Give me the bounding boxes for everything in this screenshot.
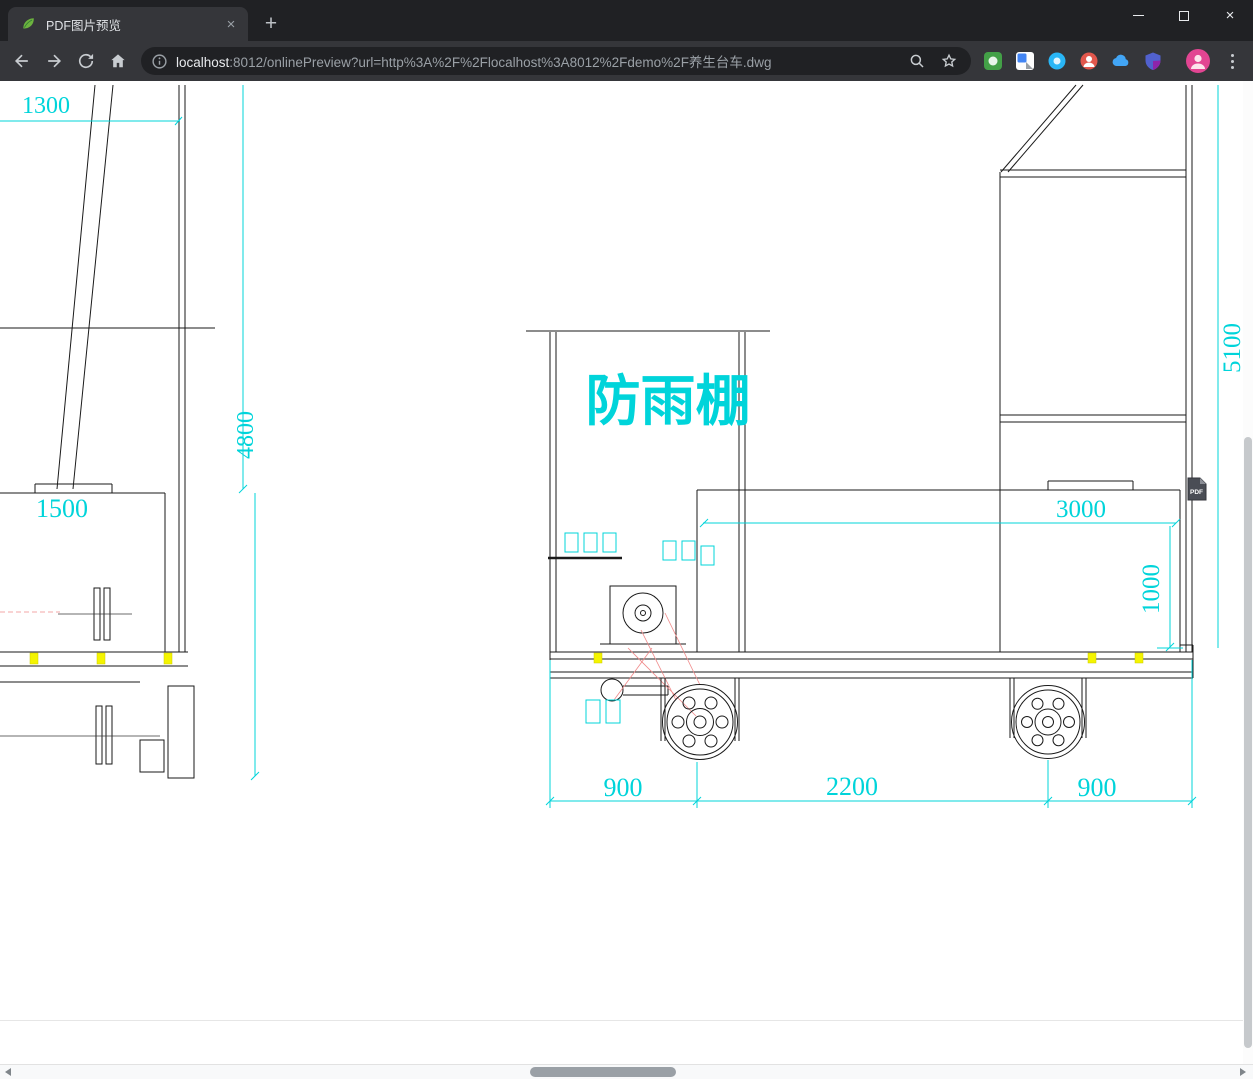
left-wheel	[660, 678, 740, 760]
extension-icon-6[interactable]	[1139, 47, 1167, 75]
avatar-icon	[1186, 49, 1210, 73]
address-bar[interactable]: localhost:8012/onlinePreview?url=http%3A…	[141, 47, 971, 75]
reload-icon	[78, 53, 94, 69]
extension-icon-2[interactable]	[1011, 47, 1039, 75]
browser-toolbar: localhost:8012/onlinePreview?url=http%3A…	[0, 41, 1253, 81]
star-icon	[941, 53, 957, 68]
forward-button[interactable]	[40, 47, 68, 75]
reload-button[interactable]	[72, 47, 100, 75]
tab-close-icon[interactable]: ×	[222, 15, 240, 33]
extension-1-glyph	[984, 52, 1002, 70]
forward-icon	[48, 54, 62, 68]
profile-avatar[interactable]	[1186, 49, 1210, 73]
extension-icon-1[interactable]	[979, 47, 1007, 75]
preview-page: 1300 4800 1500 防雨棚 5100 3000 1000 900 22…	[0, 81, 1243, 1064]
url-host: localhost	[176, 55, 230, 70]
home-icon	[111, 54, 125, 68]
tab-title: PDF图片预览	[46, 18, 122, 33]
cad-drawing: 1300 4800 1500 防雨棚 5100 3000 1000 900 22…	[0, 84, 1243, 808]
minimize-button[interactable]	[1115, 0, 1161, 31]
vertical-scrollbar-thumb[interactable]	[1244, 437, 1252, 1048]
back-icon	[14, 54, 28, 68]
back-button[interactable]	[8, 47, 36, 75]
menu-icon[interactable]	[1224, 47, 1240, 75]
magnifier-icon	[910, 54, 924, 68]
left-view-geometry	[0, 84, 215, 779]
extension-icon-5[interactable]	[1107, 47, 1135, 75]
zoom-page-icon[interactable]	[905, 49, 929, 73]
right-wheel	[1009, 678, 1087, 759]
url-path: :8012/onlinePreview?url=http%3A%2F%2Floc…	[229, 55, 772, 70]
extension-icon-4[interactable]	[1075, 47, 1103, 75]
dim-1300-label: 1300	[22, 93, 70, 119]
horizontal-scrollbar-track[interactable]	[0, 1064, 1253, 1079]
maximize-button[interactable]	[1161, 0, 1207, 31]
extension-4-glyph	[1080, 52, 1098, 70]
page-info-icon[interactable]	[151, 53, 168, 70]
dim-900-rear-label: 900	[1078, 773, 1117, 802]
page-bottom-divider	[0, 1020, 1243, 1021]
cloud-icon	[1112, 54, 1129, 66]
main-view-dimensions: 防雨棚 5100 3000 1000 900 2200 900	[545, 85, 1243, 808]
scroll-left-arrow[interactable]	[5, 1068, 11, 1076]
window-controls: ×	[1115, 0, 1253, 31]
extension-3-glyph	[1048, 52, 1066, 70]
dim-4800-label: 4800	[233, 411, 259, 459]
dim-1500-label: 1500	[36, 494, 88, 523]
dim-3000-label: 3000	[1056, 496, 1106, 523]
dim-1000-label: 1000	[1138, 564, 1165, 614]
bookmark-star-icon[interactable]	[937, 49, 961, 73]
pdf-file-badge[interactable]: PDF	[1186, 477, 1207, 501]
browser-titlebar: PDF图片预览 × + ×	[0, 0, 1253, 41]
vertical-scrollbar-track[interactable]	[1243, 81, 1253, 1064]
home-button[interactable]	[104, 47, 132, 75]
canopy-label: 防雨棚	[585, 370, 750, 432]
minimize-icon	[1132, 15, 1144, 16]
scroll-right-arrow[interactable]	[1240, 1068, 1246, 1076]
left-view-dimensions: 1300 4800 1500	[0, 85, 260, 781]
dim-2200-label: 2200	[826, 772, 878, 801]
maximize-icon	[1179, 10, 1189, 21]
new-tab-button[interactable]: +	[256, 9, 286, 39]
extension-icon-3[interactable]	[1043, 47, 1071, 75]
spring-leaf-favicon	[23, 18, 34, 29]
pdf-badge-label: PDF	[1190, 489, 1203, 496]
translate-icon	[1016, 52, 1034, 70]
shield-icon	[1145, 52, 1161, 70]
url-text: localhost:8012/onlinePreview?url=http%3A…	[176, 51, 897, 71]
horizontal-scrollbar-thumb[interactable]	[530, 1067, 676, 1077]
dim-5100-label: 5100	[1219, 323, 1243, 373]
dim-900-front-label: 900	[604, 773, 643, 802]
pdf-file-icon: PDF	[1187, 477, 1207, 501]
close-window-button[interactable]: ×	[1207, 0, 1253, 31]
browser-tab[interactable]: PDF图片预览 ×	[8, 7, 248, 41]
